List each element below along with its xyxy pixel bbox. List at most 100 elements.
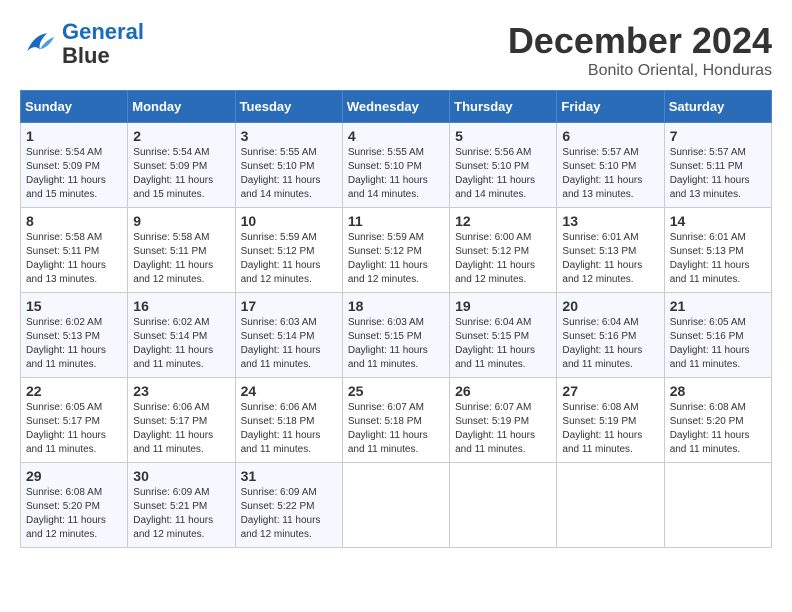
table-row: 20 Sunrise: 6:04 AMSunset: 5:16 PMDayligh… [557, 293, 664, 378]
day-info: Sunrise: 5:54 AMSunset: 5:09 PMDaylight:… [26, 147, 106, 200]
table-row: 5 Sunrise: 5:56 AMSunset: 5:10 PMDaylight… [450, 123, 557, 208]
day-info: Sunrise: 6:02 AMSunset: 5:13 PMDaylight:… [26, 317, 106, 370]
day-number: 21 [670, 298, 766, 314]
calendar-week-row: 22 Sunrise: 6:05 AMSunset: 5:17 PMDayligh… [21, 378, 772, 463]
day-info: Sunrise: 6:06 AMSunset: 5:17 PMDaylight:… [133, 402, 213, 455]
day-info: Sunrise: 5:58 AMSunset: 5:11 PMDaylight:… [26, 232, 106, 285]
table-row: 18Sunrise: 6:03 AMSunset: 5:15 PMDayligh… [342, 293, 449, 378]
table-row: 27 Sunrise: 6:08 AMSunset: 5:19 PMDayligh… [557, 378, 664, 463]
col-sunday: Sunday [21, 91, 128, 123]
day-number: 26 [455, 383, 551, 399]
table-row: 21 Sunrise: 6:05 AMSunset: 5:16 PMDayligh… [664, 293, 771, 378]
day-number: 23 [133, 383, 229, 399]
day-number: 8 [26, 213, 122, 229]
table-row: 8 Sunrise: 5:58 AMSunset: 5:11 PMDaylight… [21, 208, 128, 293]
day-info: Sunrise: 5:56 AMSunset: 5:10 PMDaylight:… [455, 147, 535, 200]
table-row: 4 Sunrise: 5:55 AMSunset: 5:10 PMDaylight… [342, 123, 449, 208]
day-number: 10 [241, 213, 337, 229]
table-row [342, 463, 449, 548]
day-info: Sunrise: 5:57 AMSunset: 5:11 PMDaylight:… [670, 147, 750, 200]
col-monday: Monday [128, 91, 235, 123]
day-info: Sunrise: 6:07 AMSunset: 5:18 PMDaylight:… [348, 402, 428, 455]
title-area: December 2024 Bonito Oriental, Honduras [508, 20, 772, 80]
col-friday: Friday [557, 91, 664, 123]
day-number: 24 [241, 383, 337, 399]
header: General Blue December 2024 Bonito Orient… [20, 20, 772, 80]
table-row: 10Sunrise: 5:59 AMSunset: 5:12 PMDayligh… [235, 208, 342, 293]
day-number: 15 [26, 298, 122, 314]
table-row [557, 463, 664, 548]
day-info: Sunrise: 5:55 AMSunset: 5:10 PMDaylight:… [241, 147, 321, 200]
table-row [664, 463, 771, 548]
day-number: 1 [26, 128, 122, 144]
table-row: 13Sunrise: 6:01 AMSunset: 5:13 PMDayligh… [557, 208, 664, 293]
table-row: 2Sunrise: 5:54 AMSunset: 5:09 PMDaylight… [128, 123, 235, 208]
col-tuesday: Tuesday [235, 91, 342, 123]
table-row: 7 Sunrise: 5:57 AMSunset: 5:11 PMDaylight… [664, 123, 771, 208]
day-number: 30 [133, 468, 229, 484]
col-saturday: Saturday [664, 91, 771, 123]
day-number: 5 [455, 128, 551, 144]
table-row: 22 Sunrise: 6:05 AMSunset: 5:17 PMDayligh… [21, 378, 128, 463]
col-thursday: Thursday [450, 91, 557, 123]
day-info: Sunrise: 6:08 AMSunset: 5:20 PMDaylight:… [26, 487, 106, 540]
table-row [450, 463, 557, 548]
day-number: 22 [26, 383, 122, 399]
table-row: 14Sunrise: 6:01 AMSunset: 5:13 PMDayligh… [664, 208, 771, 293]
calendar-week-row: 15 Sunrise: 6:02 AMSunset: 5:13 PMDayligh… [21, 293, 772, 378]
table-row: 9Sunrise: 5:58 AMSunset: 5:11 PMDaylight… [128, 208, 235, 293]
day-number: 16 [133, 298, 229, 314]
day-number: 19 [455, 298, 551, 314]
table-row: 12Sunrise: 6:00 AMSunset: 5:12 PMDayligh… [450, 208, 557, 293]
day-info: Sunrise: 6:07 AMSunset: 5:19 PMDaylight:… [455, 402, 535, 455]
calendar-week-row: 29 Sunrise: 6:08 AMSunset: 5:20 PMDayligh… [21, 463, 772, 548]
location-title: Bonito Oriental, Honduras [508, 62, 772, 80]
day-info: Sunrise: 6:06 AMSunset: 5:18 PMDaylight:… [241, 402, 321, 455]
table-row: 3 Sunrise: 5:55 AMSunset: 5:10 PMDaylight… [235, 123, 342, 208]
table-row: 17Sunrise: 6:03 AMSunset: 5:14 PMDayligh… [235, 293, 342, 378]
table-row: 1 Sunrise: 5:54 AMSunset: 5:09 PMDaylight… [21, 123, 128, 208]
day-number: 6 [562, 128, 658, 144]
day-info: Sunrise: 6:08 AMSunset: 5:19 PMDaylight:… [562, 402, 642, 455]
day-number: 9 [133, 213, 229, 229]
calendar-week-row: 8 Sunrise: 5:58 AMSunset: 5:11 PMDaylight… [21, 208, 772, 293]
day-number: 7 [670, 128, 766, 144]
logo-line1: General [62, 19, 144, 44]
day-info: Sunrise: 6:09 AMSunset: 5:21 PMDaylight:… [133, 487, 213, 540]
table-row: 31Sunrise: 6:09 AMSunset: 5:22 PMDayligh… [235, 463, 342, 548]
table-row: 24 Sunrise: 6:06 AMSunset: 5:18 PMDayligh… [235, 378, 342, 463]
day-info: Sunrise: 6:00 AMSunset: 5:12 PMDaylight:… [455, 232, 535, 285]
day-info: Sunrise: 5:55 AMSunset: 5:10 PMDaylight:… [348, 147, 428, 200]
day-info: Sunrise: 5:59 AMSunset: 5:12 PMDaylight:… [348, 232, 428, 285]
day-number: 2 [133, 128, 229, 144]
day-info: Sunrise: 6:05 AMSunset: 5:17 PMDaylight:… [26, 402, 106, 455]
day-number: 25 [348, 383, 444, 399]
day-number: 4 [348, 128, 444, 144]
table-row: 6Sunrise: 5:57 AMSunset: 5:10 PMDaylight… [557, 123, 664, 208]
logo: General Blue [20, 20, 144, 68]
day-number: 20 [562, 298, 658, 314]
day-info: Sunrise: 6:03 AMSunset: 5:15 PMDaylight:… [348, 317, 428, 370]
table-row: 26 Sunrise: 6:07 AMSunset: 5:19 PMDayligh… [450, 378, 557, 463]
table-row: 15 Sunrise: 6:02 AMSunset: 5:13 PMDayligh… [21, 293, 128, 378]
day-info: Sunrise: 6:08 AMSunset: 5:20 PMDaylight:… [670, 402, 750, 455]
day-number: 27 [562, 383, 658, 399]
logo-icon [20, 26, 56, 62]
calendar-week-row: 1 Sunrise: 5:54 AMSunset: 5:09 PMDaylight… [21, 123, 772, 208]
col-wednesday: Wednesday [342, 91, 449, 123]
logo-line2: Blue [62, 44, 144, 68]
day-info: Sunrise: 6:05 AMSunset: 5:16 PMDaylight:… [670, 317, 750, 370]
day-info: Sunrise: 6:04 AMSunset: 5:16 PMDaylight:… [562, 317, 642, 370]
day-info: Sunrise: 6:09 AMSunset: 5:22 PMDaylight:… [241, 487, 321, 540]
table-row: 23 Sunrise: 6:06 AMSunset: 5:17 PMDayligh… [128, 378, 235, 463]
calendar-table: Sunday Monday Tuesday Wednesday Thursday… [20, 90, 772, 548]
logo-text: General Blue [62, 20, 144, 68]
table-row: 11 Sunrise: 5:59 AMSunset: 5:12 PMDayligh… [342, 208, 449, 293]
day-number: 3 [241, 128, 337, 144]
day-number: 14 [670, 213, 766, 229]
day-number: 29 [26, 468, 122, 484]
day-info: Sunrise: 6:03 AMSunset: 5:14 PMDaylight:… [241, 317, 321, 370]
table-row: 16Sunrise: 6:02 AMSunset: 5:14 PMDayligh… [128, 293, 235, 378]
day-number: 11 [348, 213, 444, 229]
day-number: 28 [670, 383, 766, 399]
